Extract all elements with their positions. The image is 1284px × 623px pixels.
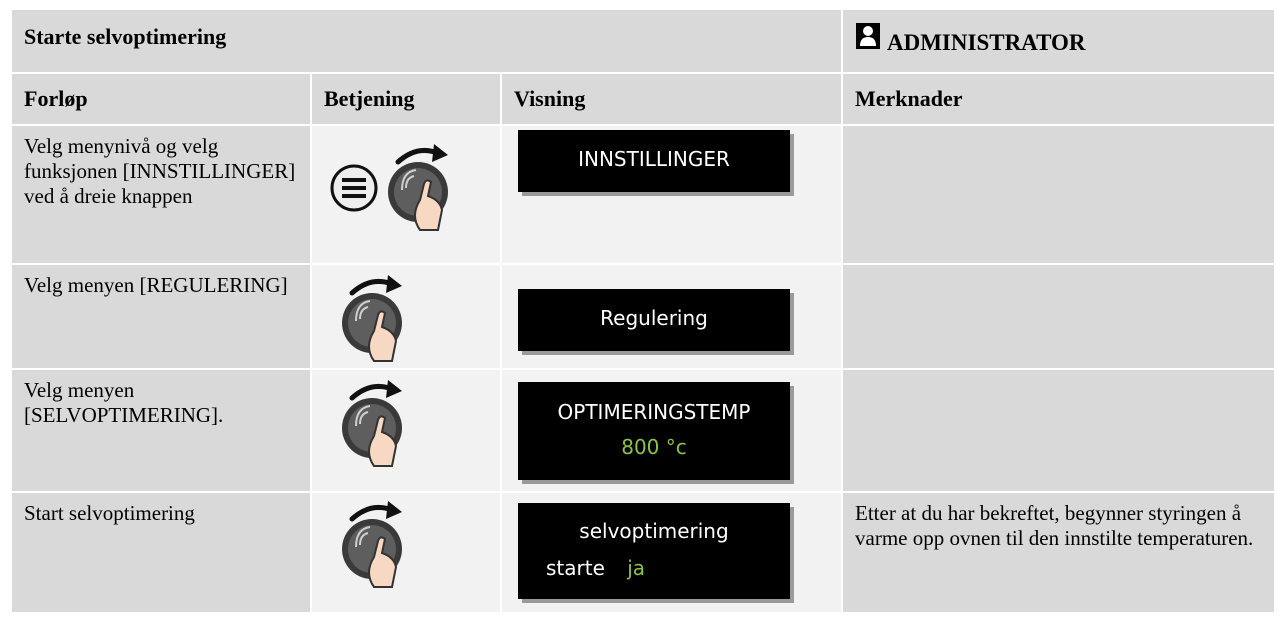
display-cell: INNSTILLINGER — [502, 126, 843, 265]
display-text: Regulering — [600, 306, 708, 330]
note-text — [843, 370, 1274, 493]
display-text: selvoptimering — [579, 519, 729, 543]
display-label: starte — [546, 556, 605, 580]
note-text — [843, 265, 1274, 370]
display-screen: selvoptimering starte ja — [518, 503, 790, 599]
page-title: Starte selvoptimering — [12, 10, 843, 74]
title-row: Starte selvoptimering ADMINISTRATOR — [12, 10, 1274, 74]
display-screen: Regulering — [518, 289, 790, 351]
display-text: OPTIMERINGSTEMP — [557, 400, 751, 424]
table-row: Start selvoptimering selvoptimering star… — [12, 493, 1274, 614]
header-merknader: Merknader — [843, 74, 1274, 126]
header-betjening: Betjening — [312, 74, 502, 126]
rotate-knob-icon — [338, 497, 408, 595]
display-screen: INNSTILLINGER — [518, 130, 790, 192]
display-text: INNSTILLINGER — [578, 147, 730, 171]
role-label: ADMINISTRATOR — [887, 30, 1086, 55]
rotate-knob-icon — [384, 140, 454, 238]
step-text: Velg menyen [SELVOPTIMERING]. — [12, 370, 312, 493]
step-text: Start selvoptimering — [12, 493, 312, 614]
column-header-row: Forløp Betjening Visning Merknader — [12, 74, 1274, 126]
header-forlop: Forløp — [12, 74, 312, 126]
controls-cell — [312, 126, 502, 265]
display-cell: Regulering — [502, 265, 843, 370]
header-visning: Visning — [502, 74, 843, 126]
display-cell: OPTIMERINGSTEMP 800 °c — [502, 370, 843, 493]
note-text: Etter at du har bekreftet, begynner styr… — [843, 493, 1274, 614]
display-value: 800 °c — [621, 435, 687, 459]
instruction-table: Starte selvoptimering ADMINISTRATOR Forl… — [12, 10, 1274, 614]
controls-cell — [312, 493, 502, 614]
display-value: ja — [627, 556, 646, 580]
table-row: Velg menyen [SELVOPTIMERING]. OPTIMERING… — [12, 370, 1274, 493]
user-icon — [855, 22, 881, 56]
table-row: Velg menynivå og velg funksjonen [INNSTI… — [12, 126, 1274, 265]
step-text: Velg menyen [REGULERING] — [12, 265, 312, 370]
controls-cell — [312, 265, 502, 370]
rotate-knob-icon — [338, 271, 408, 369]
display-screen: OPTIMERINGSTEMP 800 °c — [518, 382, 790, 480]
step-text: Velg menynivå og velg funksjonen [INNSTI… — [12, 126, 312, 265]
table-row: Velg menyen [REGULERING] Regulering — [12, 265, 1274, 370]
display-option-line: starte ja — [518, 544, 790, 581]
menu-button-icon — [330, 164, 378, 218]
rotate-knob-icon — [338, 376, 408, 474]
role-header: ADMINISTRATOR — [843, 10, 1274, 74]
note-text — [843, 126, 1274, 265]
display-cell: selvoptimering starte ja — [502, 493, 843, 614]
controls-cell — [312, 370, 502, 493]
